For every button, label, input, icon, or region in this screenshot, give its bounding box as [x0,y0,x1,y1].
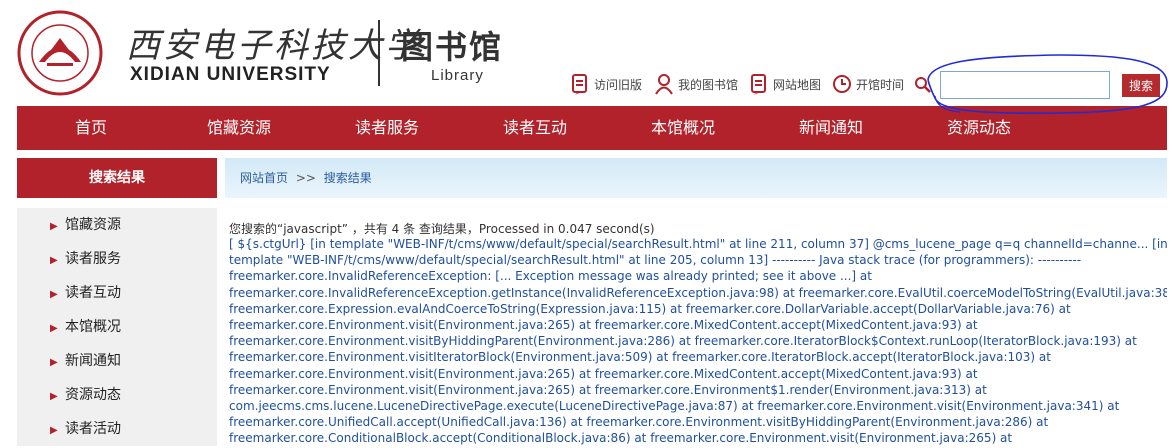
toolbar-link-my-library[interactable]: 我的图书馆 [654,72,738,96]
sidebar-item-label: 新闻通知 [65,353,121,369]
breadcrumb-home-link[interactable]: 网站首页 [240,171,288,185]
document-icon [572,74,587,95]
nav-item-reader-interaction[interactable]: 读者互动 [461,106,609,150]
triangle-right-icon: ▶ [50,221,58,232]
breadcrumb-current: 搜索结果 [323,171,372,185]
stack-trace-line: freemarker.core.InvalidReferenceExceptio… [229,269,872,284]
sidebar-title: 搜索结果 [17,158,217,198]
sidebar-item-label: 读者互动 [65,285,121,301]
library-title-cn: 图书馆 [401,28,504,66]
site-header: 西安电子科技大学 XIDIAN UNIVERSITY 图书馆 Library 访… [0,0,1172,106]
main-nav: 首页 馆藏资源 读者服务 读者互动 本馆概况 新闻通知 资源动态 [17,106,1167,150]
nav-item-reader-services[interactable]: 读者服务 [313,106,461,150]
sidebar-item-label: 资源动态 [65,387,121,403]
toolbar-link-label: 我的图书馆 [678,77,739,92]
library-title-en: Library [431,67,484,84]
stack-trace-text: [ ${s.ctgUrl} [in template "WEB-INF/t/cm… [229,236,1167,446]
triangle-right-icon: ▶ [50,425,58,436]
stack-trace-line: freemarker.core.Environment.visitIterato… [229,350,1051,365]
stack-trace-line: freemarker.core.UnifiedCall.accept(Unifi… [229,415,1049,430]
logo-divider [378,20,380,86]
stack-trace-line: [ ${s.ctgUrl} [in template "WEB-INF/t/cm… [229,237,1167,251]
triangle-right-icon: ▶ [50,323,58,334]
triangle-right-icon: ▶ [50,391,58,402]
toolbar-link-old-version[interactable]: 访问旧版 [570,72,642,96]
breadcrumb-separator: >> [295,171,316,185]
nav-item-news[interactable]: 新闻通知 [757,106,905,150]
sidebar-item-collections[interactable]: ▶ 馆藏资源 [17,208,217,242]
search-button[interactable]: 搜索 [1122,74,1160,97]
stack-trace-line: freemarker.core.ConditionalBlock.accept(… [229,431,1013,446]
sidebar-item-label: 馆藏资源 [65,217,121,233]
stack-trace-line: freemarker.core.Expression.evalAndCoerce… [229,301,1071,316]
clock-icon [833,75,851,93]
sidebar-item-reader-interaction[interactable]: ▶ 读者互动 [17,276,217,310]
sidebar-item-reader-services[interactable]: ▶ 读者服务 [17,242,217,276]
sidebar-item-news[interactable]: ▶ 新闻通知 [17,344,217,378]
search-input[interactable] [940,71,1110,99]
toolbar-link-label: 开馆时间 [856,77,905,92]
sidebar-item-about-library[interactable]: ▶ 本馆概况 [17,310,217,344]
sidebar-item-label: 本馆概况 [65,319,121,335]
search-icon[interactable] [914,76,932,94]
search-result-summary: 您搜索的“javascript” ，共有 4 条 查询结果，Processed … [229,222,655,236]
stack-trace-line: freemarker.core.Environment.visit(Enviro… [229,382,987,397]
triangle-right-icon: ▶ [50,289,58,300]
nav-item-about-library[interactable]: 本馆概况 [609,106,757,150]
triangle-right-icon: ▶ [50,255,58,266]
sidebar-item-resource-updates[interactable]: ▶ 资源动态 [17,378,217,412]
nav-item-collections[interactable]: 馆藏资源 [165,106,313,150]
user-icon [655,74,673,95]
toolbar-link-sitemap[interactable]: 网站地图 [749,72,821,96]
university-seal-logo[interactable] [17,10,103,96]
stack-trace-line: template "WEB-INF/t/cms/www/default/spec… [229,253,1082,268]
university-name-en: XIDIAN UNIVERSITY [130,64,331,85]
stack-trace-line: freemarker.core.Environment.visit(Enviro… [229,318,978,333]
nav-item-resource-updates[interactable]: 资源动态 [905,106,1053,150]
stack-trace-line: freemarker.core.Environment.visit(Enviro… [229,366,978,381]
sidebar-item-label: 读者服务 [65,251,121,267]
breadcrumb: 网站首页 >> 搜索结果 [225,158,1167,198]
sidebar-item-label: 读者活动 [65,421,121,437]
toolbar-link-label: 网站地图 [773,77,822,92]
toolbar-link-opening-hours[interactable]: 开馆时间 [832,72,904,96]
sidebar-item-reader-activities[interactable]: ▶ 读者活动 [17,412,217,446]
triangle-right-icon: ▶ [50,357,58,368]
stack-trace-line: freemarker.core.Environment.visitByHiddi… [229,334,1137,349]
toolbar-link-label: 访问旧版 [594,77,643,92]
stack-trace-line: freemarker.core.InvalidReferenceExceptio… [229,285,1167,300]
sitemap-icon [751,74,766,95]
sidebar-menu: ▶ 馆藏资源 ▶ 读者服务 ▶ 读者互动 ▶ 本馆概况 ▶ 新闻通知 ▶ 资源动态 ▶ 读者活… [17,208,217,446]
nav-item-home[interactable]: 首页 [17,106,165,150]
stack-trace-line: com.jeecms.cms.lucene.LuceneDirectivePag… [229,399,1120,414]
